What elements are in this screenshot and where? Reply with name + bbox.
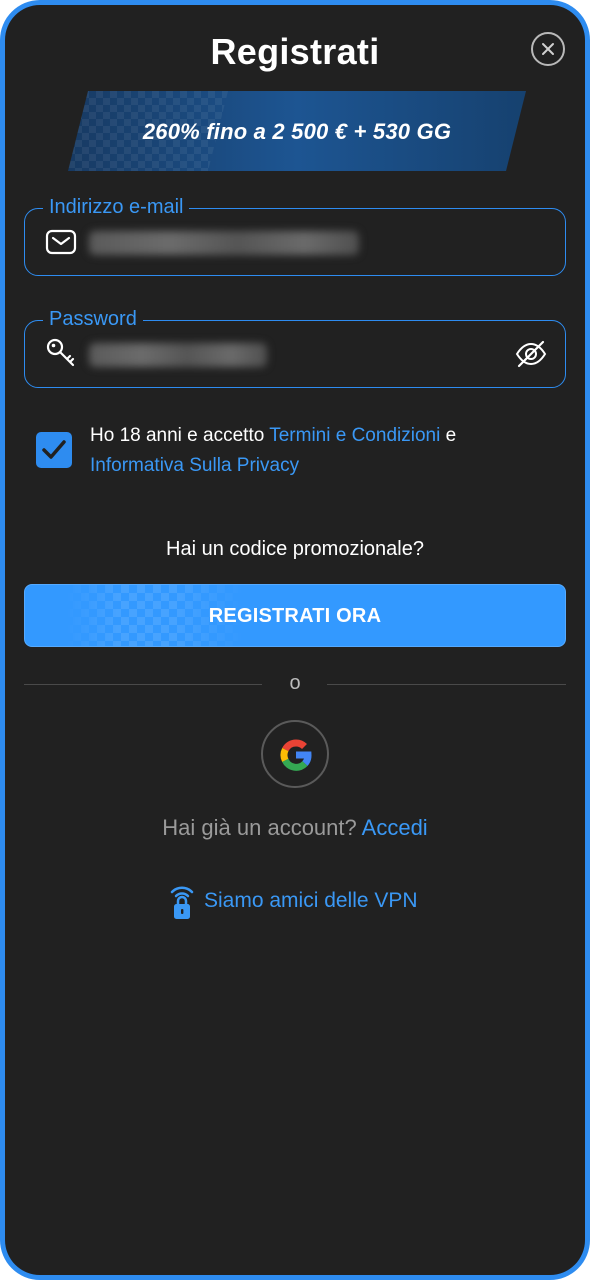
email-label: Indirizzo e-mail bbox=[43, 195, 190, 219]
register-now-button[interactable]: REGISTRATI ORA bbox=[24, 584, 566, 647]
password-value-redacted bbox=[89, 343, 267, 367]
divider-line-left bbox=[24, 684, 262, 685]
page-title: Registrati bbox=[210, 31, 380, 72]
registration-modal: Registrati 260% fino a 2 500 € + 530 GG … bbox=[5, 5, 585, 1275]
account-prompt-text: Hai già un account? bbox=[162, 815, 357, 840]
vpn-label: Siamo amici delle VPN bbox=[204, 889, 418, 912]
email-field[interactable]: Indirizzo e-mail bbox=[24, 195, 566, 276]
divider-line-right bbox=[327, 684, 566, 685]
login-link[interactable]: Accedi bbox=[362, 815, 428, 840]
banner-text: 260% fino a 2 500 € + 530 GG bbox=[142, 119, 452, 144]
terms-text: Ho 18 anni e accetto Termini e Condizion… bbox=[90, 421, 530, 481]
promo-code-toggle[interactable]: Hai un codice promozionale? bbox=[5, 538, 585, 561]
wifi-lock-icon bbox=[170, 886, 194, 919]
password-field[interactable]: Password bbox=[24, 307, 566, 388]
terms-prefix: Ho 18 anni e accetto bbox=[90, 425, 270, 446]
close-icon bbox=[542, 43, 554, 55]
google-signin-button[interactable] bbox=[261, 720, 329, 788]
password-label: Password bbox=[43, 307, 143, 331]
email-value-redacted bbox=[89, 231, 359, 255]
login-prompt: Hai già un account? Accedi bbox=[5, 815, 585, 841]
google-icon bbox=[280, 739, 312, 771]
device-frame: Registrati 260% fino a 2 500 € + 530 GG … bbox=[0, 0, 590, 1280]
terms-link[interactable]: Termini e Condizioni bbox=[269, 425, 440, 446]
close-button[interactable] bbox=[531, 32, 565, 66]
promo-banner: 260% fino a 2 500 € + 530 GG bbox=[68, 91, 526, 171]
envelope-icon bbox=[45, 229, 77, 255]
terms-checkbox[interactable] bbox=[36, 432, 72, 468]
register-now-label: REGISTRATI ORA bbox=[208, 605, 382, 627]
key-icon bbox=[46, 338, 75, 367]
eye-off-icon[interactable] bbox=[515, 339, 547, 369]
privacy-link[interactable]: Informativa Sulla Privacy bbox=[90, 455, 299, 476]
terms-middle: e bbox=[440, 425, 457, 446]
divider-text: o bbox=[289, 672, 301, 694]
checkmark-icon bbox=[42, 440, 66, 459]
